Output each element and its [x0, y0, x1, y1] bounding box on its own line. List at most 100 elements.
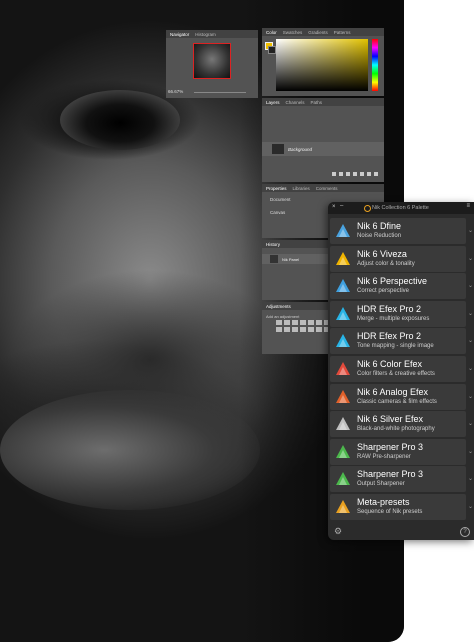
chevron-down-icon[interactable]: ⌄ — [468, 475, 473, 482]
navigator-tabs: Navigator Histogram — [166, 30, 258, 38]
navigator-zoom-value[interactable]: 66.67% — [168, 89, 183, 94]
new-layer-icon[interactable] — [367, 172, 371, 176]
tab-paths[interactable]: Paths — [311, 100, 323, 105]
chevron-down-icon[interactable]: ⌄ — [468, 420, 473, 427]
nik-item[interactable]: Nik 6 Viveza Adjust color & tonality ⌄ — [330, 245, 473, 272]
tab-history[interactable]: History — [266, 242, 280, 247]
chevron-down-icon[interactable]: ⌄ — [468, 365, 473, 372]
link-icon[interactable] — [332, 172, 336, 176]
navigator-thumbnail[interactable] — [193, 43, 231, 79]
vibrance-icon[interactable] — [308, 320, 314, 325]
nik-item-description: Tone mapping - single image — [357, 343, 434, 350]
brightness-icon[interactable] — [276, 320, 282, 325]
tab-channels[interactable]: Channels — [286, 100, 305, 105]
nik-item[interactable]: Nik 6 Dfine Noise Reduction ⌄ — [330, 218, 473, 244]
nik-item-description: Output Sharpener — [357, 481, 405, 488]
chevron-down-icon[interactable]: ⌄ — [468, 503, 473, 510]
tab-comments[interactable]: Comments — [316, 186, 338, 191]
nik-item-description: RAW Pre-sharpener — [357, 453, 411, 460]
photo-lips — [0, 390, 260, 510]
fx-icon[interactable] — [339, 172, 343, 176]
nik-item-name: Meta-presets — [357, 497, 410, 507]
viveza-icon — [335, 251, 351, 267]
nik-item[interactable]: Sharpener Pro 3 RAW Pre-sharpener ⌄ — [330, 438, 473, 465]
tab-layers[interactable]: Layers — [266, 100, 280, 105]
nik-item[interactable]: HDR Efex Pro 2 Merge - multiple exposures… — [330, 300, 473, 327]
color-field[interactable] — [276, 39, 368, 91]
color-lookup-icon[interactable] — [300, 327, 306, 332]
minimize-icon[interactable]: – — [340, 203, 343, 209]
mask-icon[interactable] — [346, 172, 350, 176]
nik-collection-palette: × – Nik Collection 6 Palette ≡ Nik 6 Dfi… — [328, 202, 474, 540]
hue-slider[interactable] — [372, 39, 378, 91]
channel-mixer-icon[interactable] — [292, 327, 298, 332]
analog-efex-icon — [335, 389, 351, 405]
background-swatch[interactable] — [268, 46, 276, 54]
document-label: Document — [270, 197, 291, 202]
chevron-down-icon[interactable]: ⌄ — [468, 310, 473, 317]
chevron-down-icon[interactable]: ⌄ — [468, 255, 473, 262]
exposure-icon[interactable] — [300, 320, 306, 325]
canvas-label: Canvas — [270, 210, 286, 215]
nik-item-description: Sequence of Nik presets — [357, 509, 423, 515]
nik-item[interactable]: Nik 6 Silver Efex Black-and-white photogr… — [330, 411, 473, 438]
tab-patterns[interactable]: Patterns — [334, 30, 351, 35]
history-item[interactable]: Nik Panel — [262, 254, 332, 264]
folder-icon[interactable] — [360, 172, 364, 176]
navigator-zoom-slider[interactable] — [194, 92, 246, 93]
tab-histogram[interactable]: Histogram — [195, 32, 216, 37]
nik-item[interactable]: Meta-presets Sequence of Nik presets ⌄ — [330, 494, 473, 520]
tab-navigator[interactable]: Navigator — [170, 32, 189, 37]
tab-adjustments[interactable]: Adjustments — [266, 304, 291, 309]
nik-item[interactable]: Sharpener Pro 3 Output Sharpener ⌄ — [330, 466, 473, 493]
nik-item[interactable]: Nik 6 Color Efex Color filters & creative… — [330, 356, 473, 382]
nik-logo-icon — [364, 205, 371, 212]
trash-icon[interactable] — [374, 172, 378, 176]
tab-properties[interactable]: Properties — [266, 186, 287, 191]
gear-icon[interactable]: ⚙ — [334, 526, 342, 537]
nik-item-description: Classic cameras & film effects — [357, 398, 437, 405]
navigator-panel: Navigator Histogram 66.67% — [166, 30, 258, 98]
hdr-icon — [335, 306, 351, 322]
nik-item[interactable]: HDR Efex Pro 2 Tone mapping - single imag… — [330, 328, 473, 355]
nik-item[interactable]: Nik 6 Analog Efex Classic cameras & film … — [330, 383, 473, 410]
chevron-down-icon[interactable]: ⌄ — [468, 448, 473, 455]
tab-libraries[interactable]: Libraries — [293, 186, 310, 191]
help-icon[interactable]: ? — [460, 527, 470, 537]
adjustments-tabs: Adjustments — [262, 302, 332, 310]
invert-icon[interactable] — [308, 327, 314, 332]
nik-item[interactable]: Nik 6 Perspective Correct perspective ⌄ — [330, 273, 473, 300]
history-tabs: History — [262, 240, 332, 248]
posterize-icon[interactable] — [316, 327, 322, 332]
photo-eye — [60, 90, 180, 150]
layers-tabs: Layers Channels Paths — [262, 98, 384, 106]
nik-item-name: HDR Efex Pro 2 — [357, 331, 422, 342]
tab-color[interactable]: Color — [266, 30, 277, 35]
tab-swatches[interactable]: Swatches — [283, 30, 303, 35]
nik-palette-header: × – Nik Collection 6 Palette ≡ — [328, 202, 474, 214]
nik-item-name: Nik 6 Perspective — [357, 276, 428, 287]
adjustment-buttons — [276, 320, 330, 332]
levels-icon[interactable] — [284, 320, 290, 325]
layer-name: Background — [288, 147, 313, 152]
hue-saturation-icon[interactable] — [316, 320, 322, 325]
adjustments-hint: Add an adjustment — [266, 314, 300, 319]
panel-menu-icon[interactable]: ≡ — [466, 203, 470, 209]
chevron-down-icon[interactable]: ⌄ — [468, 282, 473, 289]
nik-palette-footer: ⚙ ? — [328, 526, 474, 540]
black-white-icon[interactable] — [276, 327, 282, 332]
layer-row[interactable]: Background — [262, 142, 384, 156]
history-item-label: Nik Panel — [282, 257, 300, 262]
properties-tabs: Properties Libraries Comments — [262, 184, 384, 192]
photo-filter-icon[interactable] — [284, 327, 290, 332]
close-icon[interactable]: × — [332, 204, 336, 210]
chevron-down-icon[interactable]: ⌄ — [468, 227, 473, 234]
chevron-down-icon[interactable]: ⌄ — [468, 393, 473, 400]
curves-icon[interactable] — [292, 320, 298, 325]
adjustment-icon[interactable] — [353, 172, 357, 176]
nik-item-description: Color filters & creative effects — [357, 371, 435, 377]
tab-gradients[interactable]: Gradients — [308, 30, 328, 35]
nik-item-description: Noise Reduction — [357, 233, 402, 239]
sharpener-icon — [335, 471, 351, 487]
chevron-down-icon[interactable]: ⌄ — [468, 337, 473, 344]
